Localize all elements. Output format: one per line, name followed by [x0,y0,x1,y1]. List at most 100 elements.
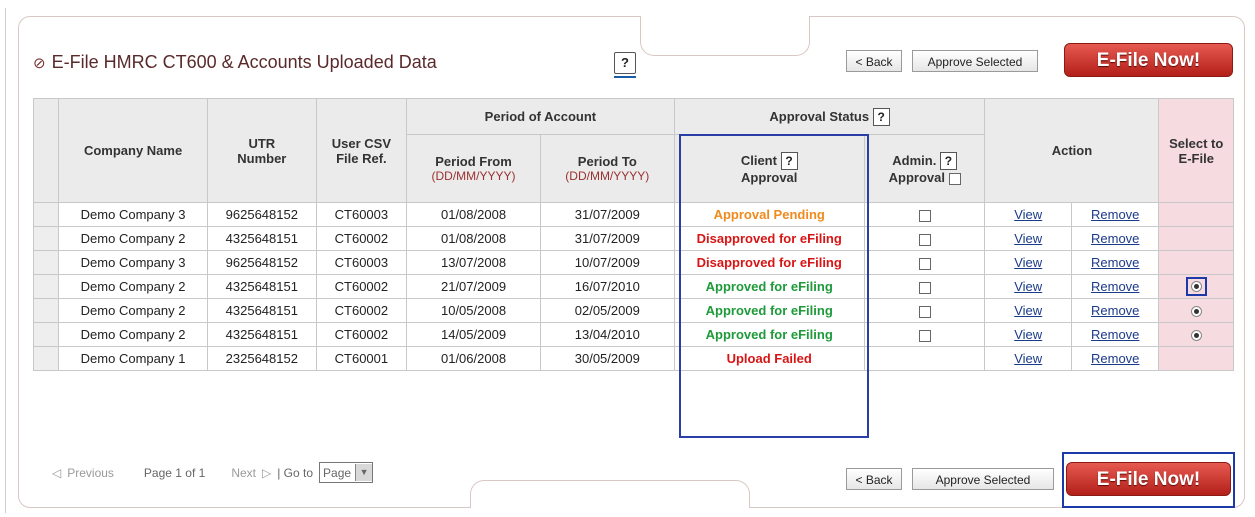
view-link[interactable]: View [1014,255,1042,270]
user-csv-header: User CSV File Ref. [315,98,408,203]
admin-approval-cell [863,346,986,371]
approve-selected-button-bottom[interactable]: Approve Selected [912,468,1054,490]
select-to-efile-cell [1158,322,1234,347]
period-from-header: Period From (DD/MM/YYYY) [406,134,541,203]
client-approval-status: Approved for eFiling [673,322,865,347]
admin-approval-cell [863,226,986,251]
user-csv-cell: CT60002 [315,274,408,299]
period-from-cell: 01/08/2008 [406,202,541,227]
admin-approval-cell [863,298,986,323]
remove-cell: Remove [1070,298,1160,323]
efile-select-radio[interactable] [1190,330,1202,342]
panel-top-notch [640,16,810,56]
table-row: Demo Company 3 9625648152 CT60003 01/08/200… [32,202,1234,227]
efile-select-radio[interactable] [1190,306,1202,318]
go-to-label: | Go to [277,465,314,480]
remove-link[interactable]: Remove [1091,231,1139,246]
remove-cell: Remove [1070,346,1160,371]
select-to-efile-cell [1158,202,1234,227]
company-name-cell: Demo Company 2 [58,298,208,323]
uploaded-data-table: Company Name UTR Number User CSV File Re… [32,98,1234,371]
pagination: ◁ Previous Page 1 of 1 Next ▷ | Go to Pa… [52,462,374,483]
client-approval-status: Disapproved for eFiling [673,250,865,275]
admin-approval-checkbox[interactable] [918,329,931,342]
period-to-cell: 10/07/2009 [539,250,675,275]
period-from-cell: 21/07/2009 [406,274,541,299]
view-link[interactable]: View [1014,351,1042,366]
admin-approval-checkbox[interactable] [918,305,931,318]
user-csv-header-text: User CSV File Ref. [331,135,391,166]
remove-link[interactable]: Remove [1091,351,1139,366]
approval-status-help-icon[interactable]: ? [872,107,890,126]
user-csv-cell: CT60002 [315,298,408,323]
view-link[interactable]: View [1014,231,1042,246]
remove-link[interactable]: Remove [1091,255,1139,270]
table-row: Demo Company 2 4325648151 CT60002 14/05/200… [32,322,1234,347]
previous-icon: ◁ [52,465,62,480]
view-cell: View [984,322,1072,347]
utr-number-cell: 4325648151 [207,274,317,299]
page-select[interactable]: Page ▼ [319,462,374,483]
select-to-efile-cell [1158,274,1234,299]
row-lead-cell [32,298,60,323]
client-approval-header: Client ? Approval [673,134,865,203]
back-button-top[interactable]: < Back [846,50,902,72]
utr-number-header: UTR Number [207,98,317,203]
period-from-cell: 01/08/2008 [406,226,541,251]
view-link[interactable]: View [1014,327,1042,342]
client-help-icon[interactable]: ? [780,152,798,170]
period-from-cell: 14/05/2009 [406,322,541,347]
user-csv-cell: CT60001 [315,346,408,371]
remove-link[interactable]: Remove [1091,327,1139,342]
company-name-cell: Demo Company 2 [58,322,208,347]
remove-link[interactable]: Remove [1091,207,1139,222]
company-name-cell: Demo Company 2 [58,226,208,251]
user-csv-cell: CT60003 [315,202,408,227]
company-name-cell: Demo Company 2 [58,274,208,299]
table-row: Demo Company 2 4325648151 CT60002 10/05/200… [32,298,1234,323]
page-info: Page 1 of 1 [143,465,206,480]
table-row: Demo Company 3 9625648152 CT60003 13/07/200… [32,250,1234,275]
admin-approve-all-checkbox[interactable] [948,172,961,185]
admin-approval-checkbox[interactable] [918,257,931,270]
title-help-icon[interactable]: ? [614,52,636,74]
next-icon: ▷ [262,465,272,480]
view-link[interactable]: View [1014,303,1042,318]
select-to-efile-header: Select to E-File [1158,98,1234,203]
admin-approval-checkbox[interactable] [918,209,931,222]
utr-number-cell: 9625648152 [207,250,317,275]
view-link[interactable]: View [1014,279,1042,294]
period-from-cell: 10/05/2008 [406,298,541,323]
approval-status-header: Approval Status ? [673,98,986,135]
client-approval-status: Approved for eFiling [673,298,865,323]
efile-now-button-top[interactable]: E-File Now! [1064,43,1233,77]
view-cell: View [984,298,1072,323]
approve-selected-button-top[interactable]: Approve Selected [912,50,1038,72]
admin-help-icon[interactable]: ? [939,152,957,170]
table-body: Demo Company 3 9625648152 CT60003 01/08/200… [32,202,1234,371]
view-link[interactable]: View [1014,207,1042,222]
back-button-bottom[interactable]: < Back [846,468,902,490]
remove-cell: Remove [1070,226,1160,251]
previous-link[interactable]: Previous [67,466,114,480]
remove-link[interactable]: Remove [1091,303,1139,318]
row-lead-cell [32,202,60,227]
efile-select-radio[interactable] [1190,281,1202,293]
next-link[interactable]: Next [231,466,256,480]
admin-approval-checkbox[interactable] [918,281,931,294]
efile-now-button-bottom[interactable]: E-File Now! [1066,462,1231,496]
period-to-cell: 13/04/2010 [539,322,675,347]
user-csv-cell: CT60002 [315,322,408,347]
client-approval-status: Approval Pending [673,202,865,227]
remove-link[interactable]: Remove [1091,279,1139,294]
remove-cell: Remove [1070,274,1160,299]
select-to-efile-cell [1158,226,1234,251]
admin-approval-checkbox[interactable] [918,233,931,246]
row-lead-cell [32,274,60,299]
user-csv-cell: CT60003 [315,250,408,275]
admin-approval-cell [863,202,986,227]
company-name-cell: Demo Company 3 [58,250,208,275]
period-from-format: (DD/MM/YYYY) [431,169,516,183]
admin-approval-cell [863,322,986,347]
client-approval-status: Disapproved for eFiling [673,226,865,251]
